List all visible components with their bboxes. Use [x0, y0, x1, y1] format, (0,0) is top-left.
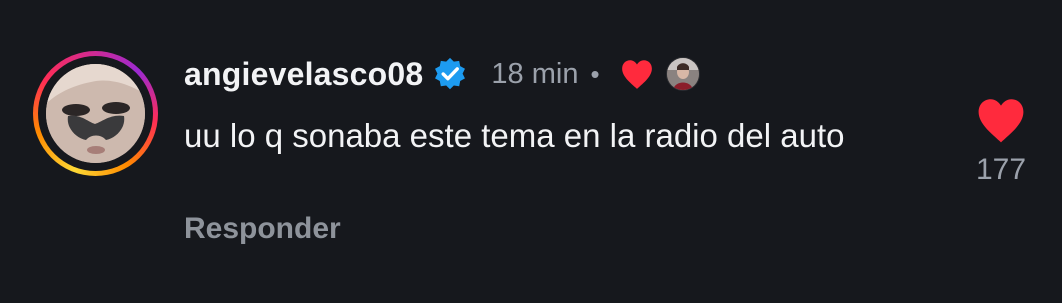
comment-timestamp: 18 min: [491, 57, 579, 90]
comment-text: uu lo q sonaba este tema en la radio del…: [184, 117, 845, 154]
like-count: 177: [975, 153, 1027, 186]
avatar-ring-gap: [38, 56, 153, 171]
avatar-image: [46, 64, 145, 163]
heart-icon: [978, 99, 1024, 143]
like-button[interactable]: [974, 96, 1028, 144]
comment-header: angievelasco08 18 min •: [184, 52, 700, 96]
creator-liked-heart-icon: [620, 58, 654, 90]
username-link[interactable]: angievelasco08: [184, 56, 423, 93]
separator-dot: •: [590, 58, 600, 89]
avatar[interactable]: [46, 64, 145, 163]
reply-button[interactable]: Responder: [184, 212, 341, 246]
verified-badge-icon: [433, 57, 467, 91]
comment-item: angievelasco08 18 min • uu lo q sonaba e…: [0, 0, 1062, 303]
creator-avatar: [665, 57, 700, 91]
story-ring[interactable]: [33, 51, 158, 176]
